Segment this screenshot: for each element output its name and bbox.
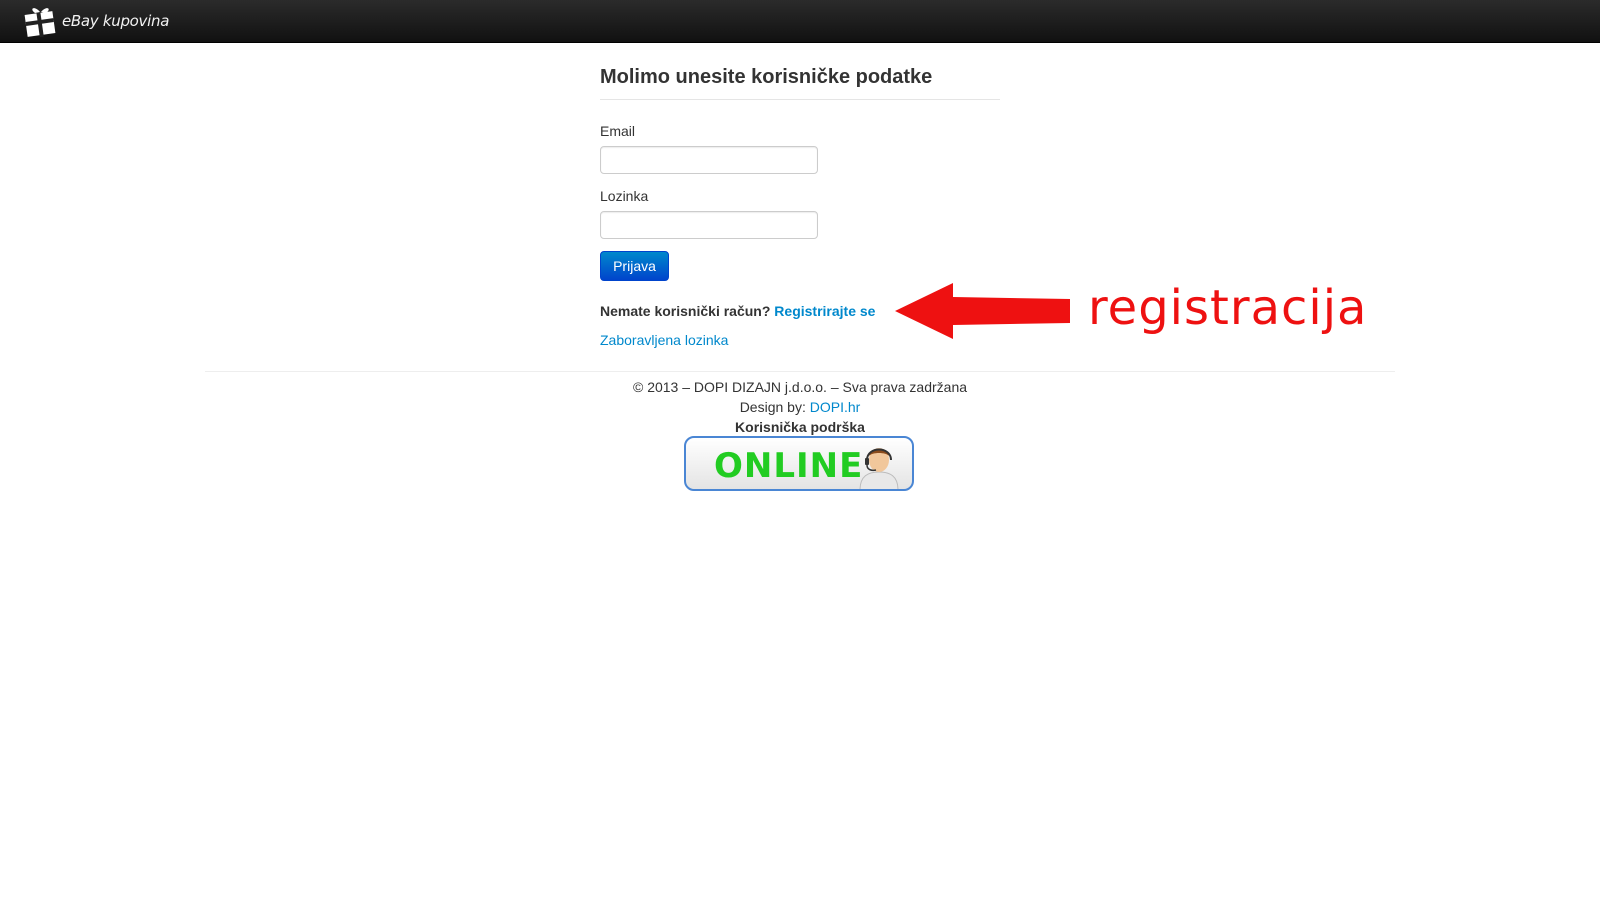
footer-divider (205, 371, 1395, 372)
forgot-password-link[interactable]: Zaboravljena lozinka (600, 332, 728, 348)
design-by-prefix: Design by: (739, 399, 806, 415)
page-title: Molimo unesite korisničke podatke (600, 66, 933, 88)
top-navbar: eBay kupovina (0, 0, 1600, 43)
online-label: ONLINE (714, 446, 864, 486)
copyright-text: © 2013 – DOPI DIZAJN j.d.o.o. – Sva prav… (632, 379, 968, 395)
no-account-text: Nemate korisnički račun? (600, 303, 771, 319)
register-link[interactable]: Registrirajte se (774, 303, 875, 319)
support-title: Korisnička podrška (735, 419, 865, 435)
design-by: Design by: DOPI.hr (0, 399, 1600, 415)
password-field[interactable] (600, 211, 818, 239)
brand-name: eBay kupovina (62, 12, 170, 30)
registration-annotation: registracija (1088, 280, 1368, 336)
divider (600, 99, 1000, 100)
register-prompt: Nemate korisnički račun? Registrirajte s… (600, 303, 875, 319)
email-field[interactable] (600, 146, 818, 174)
login-button[interactable]: Prijava (600, 251, 669, 281)
email-label: Email (600, 123, 636, 139)
brand-link[interactable]: eBay kupovina (24, 5, 169, 37)
designer-link[interactable]: DOPI.hr (810, 399, 861, 415)
online-support-button[interactable]: ONLINE (684, 436, 914, 491)
password-label: Lozinka (600, 188, 649, 204)
support-agent-icon (859, 448, 899, 489)
gift-logo-icon (24, 8, 56, 37)
red-arrow-annotation (895, 283, 1070, 339)
